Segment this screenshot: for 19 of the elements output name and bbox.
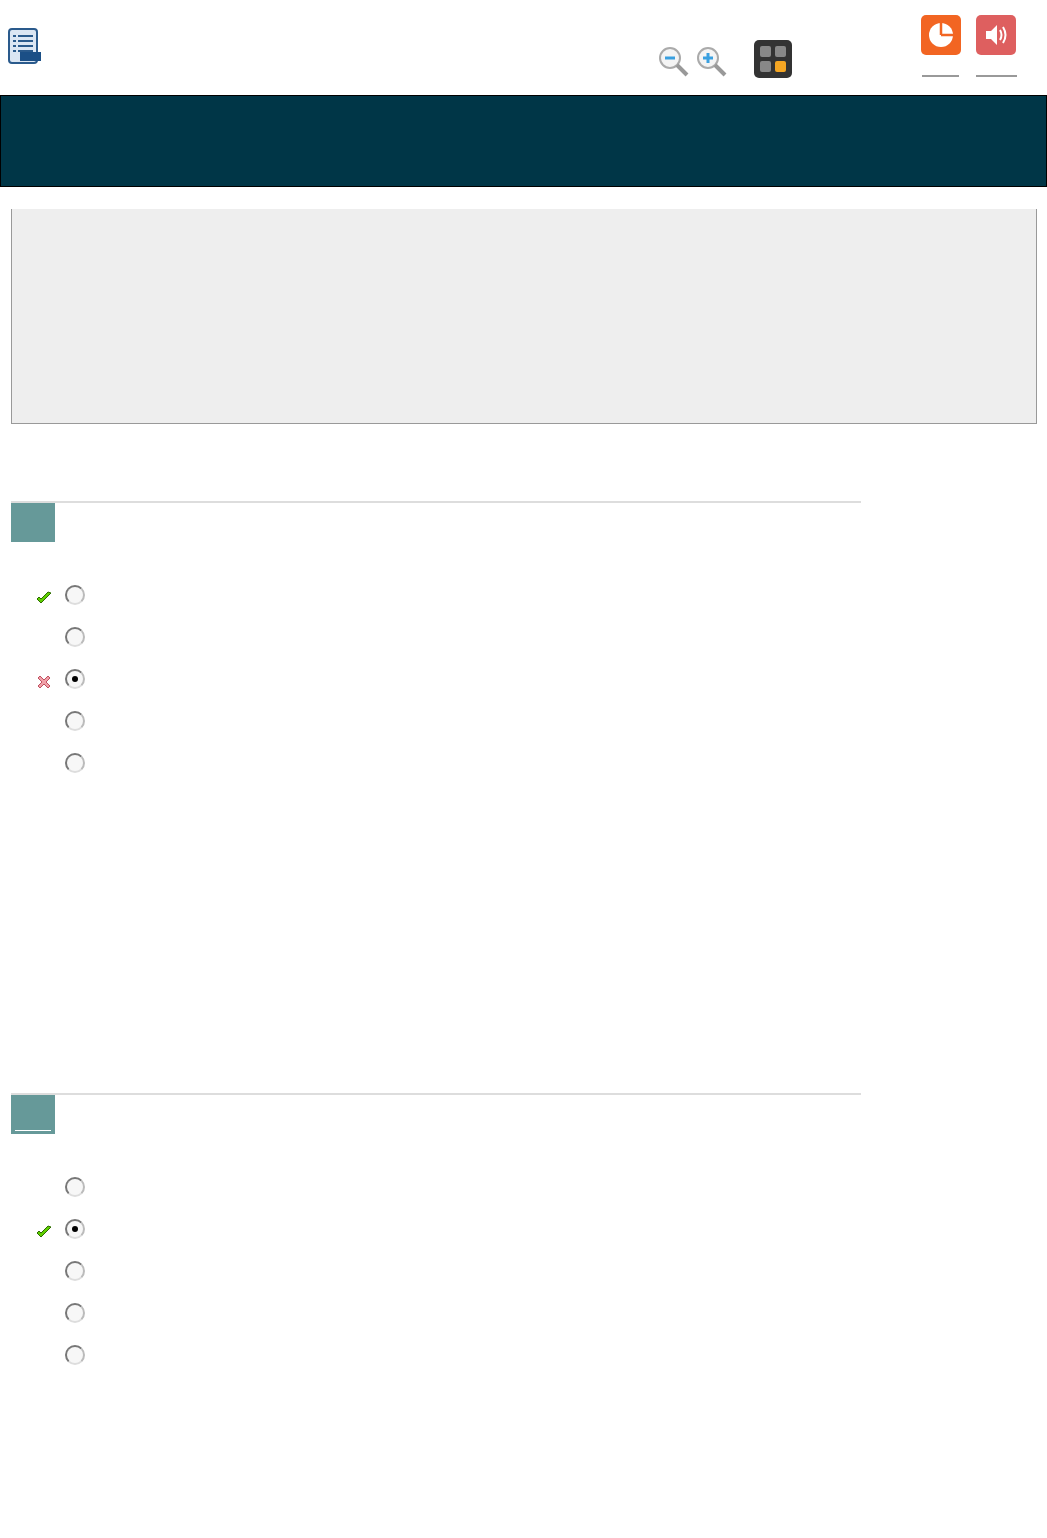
radio-button[interactable] [65,753,85,773]
radio-button[interactable] [65,1177,85,1197]
zoom-in-icon[interactable] [695,45,727,77]
zoom-out-icon[interactable] [657,45,689,77]
radio-button[interactable] [65,585,85,605]
checkmark-icon [36,591,52,605]
radio-button[interactable] [65,1261,85,1281]
document-list-icon[interactable] [8,28,41,65]
cross-icon [36,674,52,690]
radio-button[interactable] [65,711,85,731]
radio-button[interactable] [65,1219,85,1239]
radio-button[interactable] [65,1345,85,1365]
calculator-icon[interactable] [754,40,792,78]
radio-button[interactable] [65,669,85,689]
radio-button[interactable] [65,627,85,647]
speaker-icon[interactable] [976,15,1016,55]
checkmark-icon [36,1225,52,1239]
pie-chart-icon[interactable] [921,15,961,55]
radio-button[interactable] [65,1303,85,1323]
